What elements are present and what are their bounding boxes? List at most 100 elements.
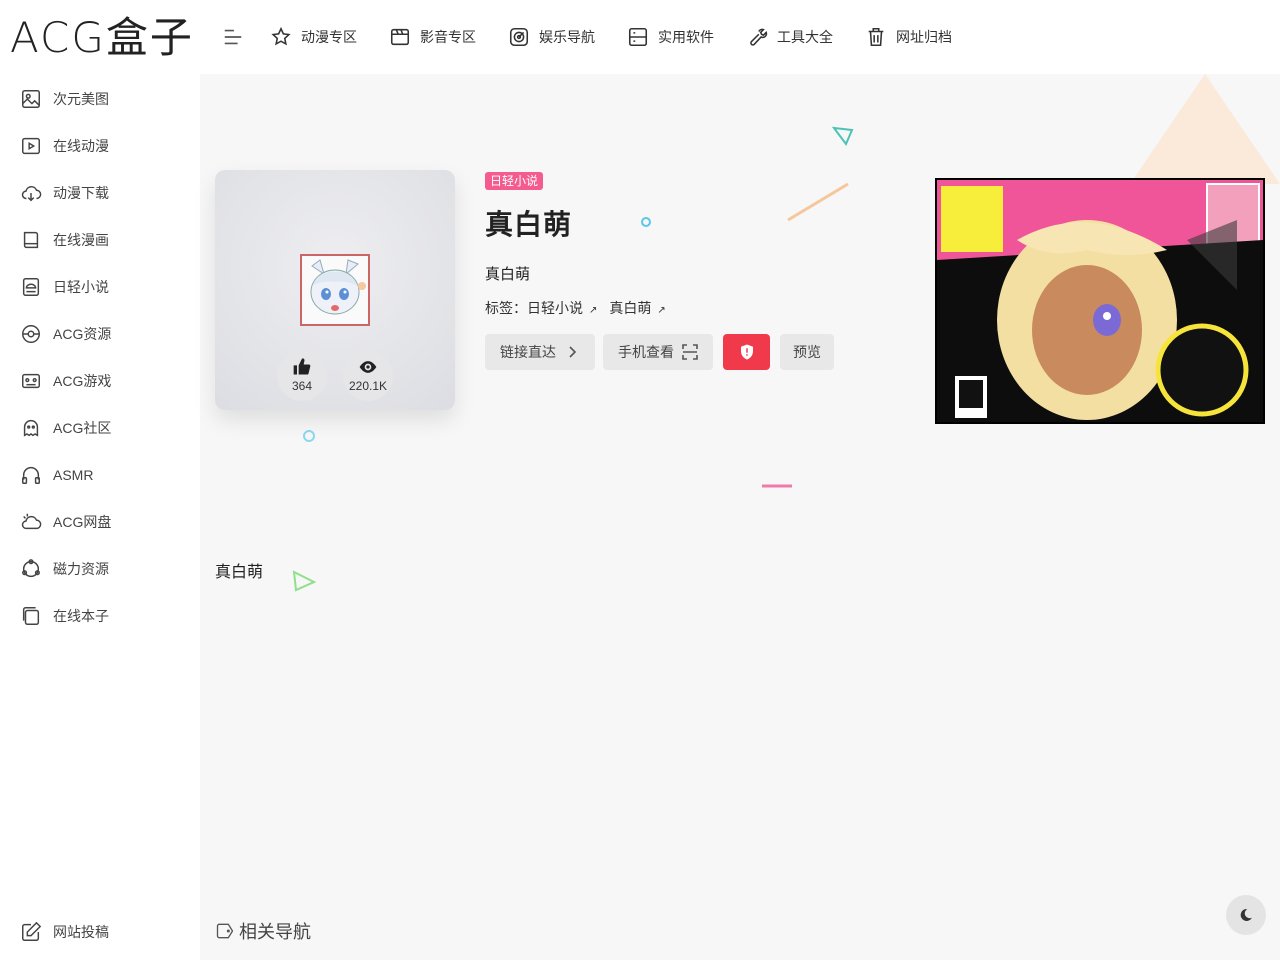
view-counter: 220.1K — [343, 351, 393, 401]
eye-icon — [359, 361, 377, 373]
pink-line-decoration — [762, 484, 792, 488]
sidebar-item-asmr[interactable]: ASMR — [0, 451, 200, 498]
ad-illustration — [937, 180, 1263, 422]
chevron-right-icon — [569, 346, 577, 358]
like-button[interactable]: 364 — [277, 351, 327, 401]
sidebar-item-acg-games[interactable]: ACG游戏 — [0, 357, 200, 404]
nav-item-anime[interactable]: 动漫专区 — [270, 26, 357, 48]
image-icon — [22, 89, 40, 108]
view-count: 220.1K — [348, 379, 388, 393]
nav-label: 工具大全 — [777, 29, 833, 45]
site-description: 真白萌 — [215, 564, 264, 581]
nav-item-archive[interactable]: 网址归档 — [865, 26, 952, 48]
top-navigation: 动漫专区 影音专区 娱乐导航 实用软件 工具大全 网址归档 — [200, 0, 1280, 74]
cloud-download-icon — [21, 185, 42, 201]
wrench-icon — [750, 28, 768, 46]
category-badge[interactable]: 日轻小说 — [485, 172, 544, 190]
advertisement-banner[interactable] — [935, 178, 1265, 424]
submit-site-button[interactable]: 网站投稿 — [0, 908, 109, 955]
theme-toggle-button[interactable] — [1226, 895, 1266, 935]
nav-label: 动漫专区 — [301, 29, 357, 45]
sidebar-item-acg-resources[interactable]: ACG资源 — [0, 310, 200, 357]
sidebar-item-acg-community[interactable]: ACG社区 — [0, 404, 200, 451]
sidebar-item-acg-cloud-drive[interactable]: ACG网盘 — [0, 498, 200, 545]
background-triangle-decoration — [1130, 74, 1280, 184]
headphones-icon — [22, 466, 40, 484]
sidebar-item-label: ACG游戏 — [53, 372, 112, 389]
ghost-icon — [23, 419, 39, 437]
site-title: 真白萌 — [485, 209, 573, 240]
sidebar-item-label: 次元美图 — [53, 90, 109, 107]
nav-label: 娱乐导航 — [539, 29, 595, 45]
sidebar-item-label: 日轻小说 — [53, 278, 109, 295]
related-nav-title: 相关导航 — [239, 922, 311, 942]
sidebar-item-magnet[interactable]: 磁力资源 — [0, 545, 200, 592]
tag-icon — [216, 923, 234, 939]
moon-icon — [1240, 908, 1252, 921]
site-logo[interactable]: ACG盒子 — [10, 14, 194, 62]
magnet-icon — [22, 558, 40, 577]
sidebar-item-label: ASMR — [53, 466, 94, 483]
target-icon — [509, 27, 529, 47]
sidebar-item-anime-download[interactable]: 动漫下载 — [0, 169, 200, 216]
sidebar-item-label: 动漫下载 — [53, 184, 109, 201]
orange-line-decoration — [787, 182, 849, 222]
sidebar-footer: 网站投稿 — [0, 908, 109, 955]
nav-item-video[interactable]: 影音专区 — [389, 26, 476, 48]
nav-item-software[interactable]: 实用软件 — [627, 26, 714, 48]
site-avatar — [300, 254, 370, 326]
nav-item-entertainment[interactable]: 娱乐导航 — [508, 26, 595, 48]
sidebar: ACG盒子 次元美图 在线动漫 动漫下载 在线漫画 日轻小说 ACG资源 ACG… — [0, 0, 200, 960]
sidebar-item-label: 在线漫画 — [53, 231, 109, 248]
tag-link[interactable]: 真白萌 ↗ — [609, 300, 671, 316]
external-link-icon: ↗ — [657, 305, 666, 316]
sidebar-item-label: ACG资源 — [53, 325, 112, 342]
copy-icon — [22, 606, 40, 625]
related-nav-heading: 相关导航 — [215, 918, 311, 944]
nav-label: 网址归档 — [896, 29, 952, 45]
sidebar-item-online-anime[interactable]: 在线动漫 — [0, 122, 200, 169]
sidebar-item-online-doujin[interactable]: 在线本子 — [0, 592, 200, 639]
sidebar-item-label: ACG网盘 — [53, 513, 112, 530]
sidebar-item-images[interactable]: 次元美图 — [0, 75, 200, 122]
play-icon — [22, 137, 40, 154]
shield-alert-icon — [740, 344, 753, 360]
tag-link[interactable]: 日轻小说 ↗ — [527, 300, 603, 316]
mobile-view-button[interactable]: 手机查看 — [603, 334, 713, 370]
app-icon — [628, 27, 648, 47]
like-count: 364 — [291, 379, 313, 393]
external-link-icon: ↗ — [589, 305, 598, 316]
pokeball-icon — [22, 324, 40, 343]
preview-label: 预览 — [793, 344, 821, 360]
cat-girl-avatar — [302, 256, 368, 324]
sidebar-item-online-manga[interactable]: 在线漫画 — [0, 216, 200, 263]
site-subtitle: 真白萌 — [485, 266, 531, 283]
nav-item-tools[interactable]: 工具大全 — [746, 26, 833, 48]
sidebar-item-light-novel[interactable]: 日轻小说 — [0, 263, 200, 310]
sidebar-item-label: 网站投稿 — [53, 923, 109, 940]
qr-scan-icon — [682, 344, 698, 360]
direct-link-label: 链接直达 — [500, 344, 556, 360]
tag-list: 标签：日轻小说 ↗ 真白萌 ↗ — [485, 298, 678, 318]
edit-icon — [22, 921, 42, 941]
thumbs-up-icon — [293, 358, 311, 375]
sidebar-menu: 次元美图 在线动漫 动漫下载 在线漫画 日轻小说 ACG资源 ACG游戏 ACG… — [0, 75, 200, 639]
sidebar-item-label: 在线本子 — [53, 607, 109, 624]
preview-button[interactable]: 预览 — [780, 334, 834, 370]
blue-circle-decoration — [641, 217, 651, 227]
report-button[interactable] — [723, 334, 770, 370]
blue-circle-decoration — [303, 430, 315, 442]
gamepad-icon — [22, 373, 40, 388]
video-icon — [390, 28, 410, 46]
book-icon — [23, 231, 39, 248]
nav-label: 实用软件 — [658, 29, 714, 45]
direct-link-button[interactable]: 链接直达 — [485, 334, 595, 370]
sidebar-item-label: ACG社区 — [53, 419, 112, 436]
sidebar-item-label: 磁力资源 — [53, 560, 109, 577]
menu-toggle-icon[interactable] — [222, 26, 244, 48]
mobile-view-label: 手机查看 — [618, 344, 674, 360]
star-icon — [271, 26, 291, 46]
nav-label: 影音专区 — [420, 29, 476, 45]
tags-prefix: 标签： — [485, 300, 527, 316]
novel-icon — [22, 277, 40, 296]
